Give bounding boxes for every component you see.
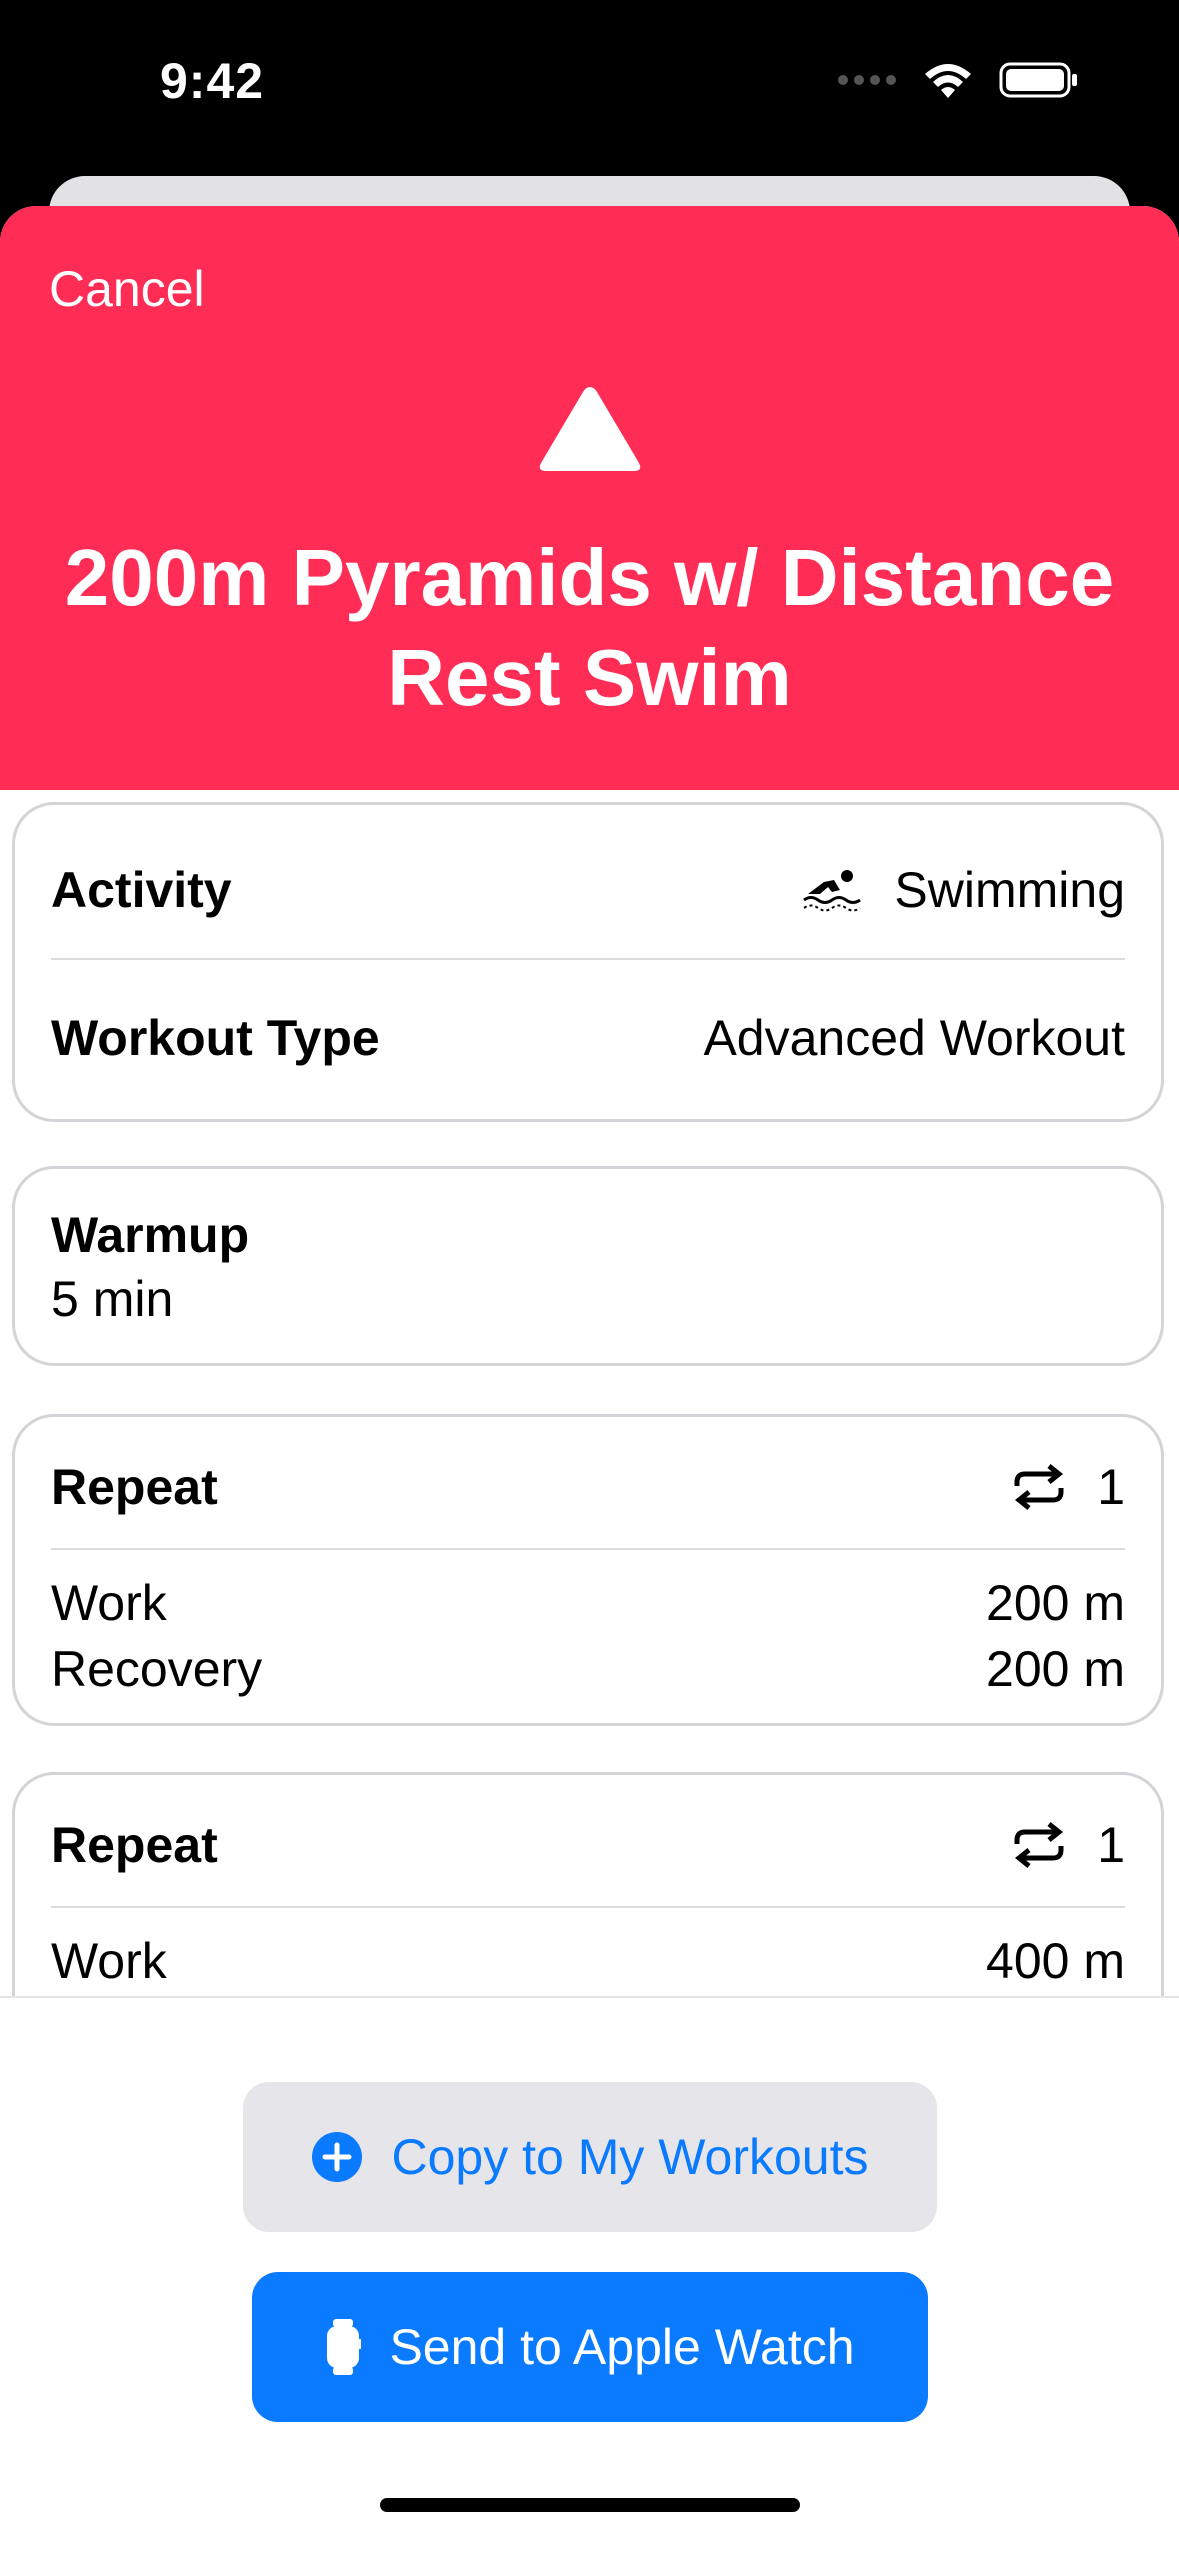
- repeat-card[interactable]: Repeat 1 Work 200 m Recovery 200 m: [12, 1414, 1164, 1726]
- triangle-icon: [539, 387, 641, 471]
- plus-circle-icon: [312, 2132, 363, 2182]
- swimming-icon: [803, 870, 862, 912]
- workout-header: Cancel 200m Pyramids w/ Distance Rest Sw…: [0, 206, 1179, 790]
- summary-card: Activity Swimming Workout Type Advanced …: [12, 802, 1164, 1122]
- workout-type-label: Workout Type: [51, 1010, 380, 1066]
- step-label: Work: [51, 1933, 167, 1989]
- status-bar: 9:42: [0, 0, 1179, 175]
- step-value: 200 m: [986, 1575, 1125, 1631]
- step-value: 400 m: [986, 1933, 1125, 1989]
- workout-sheet: Cancel 200m Pyramids w/ Distance Rest Sw…: [0, 206, 1179, 2556]
- activity-row: Activity Swimming: [51, 860, 1125, 920]
- step-row: Recovery 200 m: [51, 1639, 1125, 1699]
- repeat-label: Repeat: [51, 1817, 218, 1873]
- warmup-value: 5 min: [51, 1271, 174, 1327]
- repeat-icon: [1014, 1464, 1064, 1510]
- repeat-icon: [1014, 1822, 1064, 1868]
- send-to-apple-watch-button[interactable]: Send to Apple Watch: [252, 2272, 928, 2422]
- home-indicator: [380, 2498, 800, 2512]
- workout-title: 200m Pyramids w/ Distance Rest Swim: [64, 533, 1115, 722]
- repeat-count: 1: [1097, 1817, 1125, 1873]
- copy-label: Copy to My Workouts: [391, 2129, 869, 2185]
- step-label: Work: [51, 1575, 167, 1631]
- copy-to-my-workouts-button[interactable]: Copy to My Workouts: [243, 2082, 937, 2232]
- warmup-label: Warmup: [51, 1207, 250, 1263]
- repeat-header-row: Repeat 1: [51, 1457, 1125, 1517]
- battery-icon: [999, 62, 1077, 98]
- wifi-icon: [925, 64, 971, 98]
- repeat-count: 1: [1097, 1459, 1125, 1515]
- workout-type-row: Workout Type Advanced Workout: [51, 1008, 1125, 1068]
- step-value: 200 m: [986, 1641, 1125, 1697]
- cancel-button[interactable]: Cancel: [49, 260, 205, 318]
- signal-dots-icon: [838, 75, 896, 85]
- step-row: Work 200 m: [51, 1573, 1125, 1633]
- warmup-label-row: Warmup: [51, 1205, 1125, 1265]
- warmup-card[interactable]: Warmup 5 min: [12, 1166, 1164, 1366]
- repeat-header-row: Repeat 1: [51, 1815, 1125, 1875]
- step-row: Work 400 m: [51, 1931, 1125, 1991]
- activity-value: Swimming: [894, 862, 1125, 918]
- watch-icon: [327, 2319, 362, 2375]
- send-label: Send to Apple Watch: [389, 2319, 855, 2375]
- action-area: Copy to My Workouts Send to Apple Watch: [0, 1996, 1179, 2556]
- workout-type-value: Advanced Workout: [703, 1010, 1125, 1066]
- status-icons: [837, 60, 1079, 100]
- repeat-divider: [51, 1548, 1125, 1550]
- repeat-divider: [51, 1906, 1125, 1908]
- repeat-label: Repeat: [51, 1459, 218, 1515]
- warmup-value-row: 5 min: [51, 1269, 1125, 1329]
- activity-label: Activity: [51, 862, 232, 918]
- summary-divider: [51, 958, 1125, 960]
- step-label: Recovery: [51, 1641, 263, 1697]
- status-time: 9:42: [160, 53, 265, 109]
